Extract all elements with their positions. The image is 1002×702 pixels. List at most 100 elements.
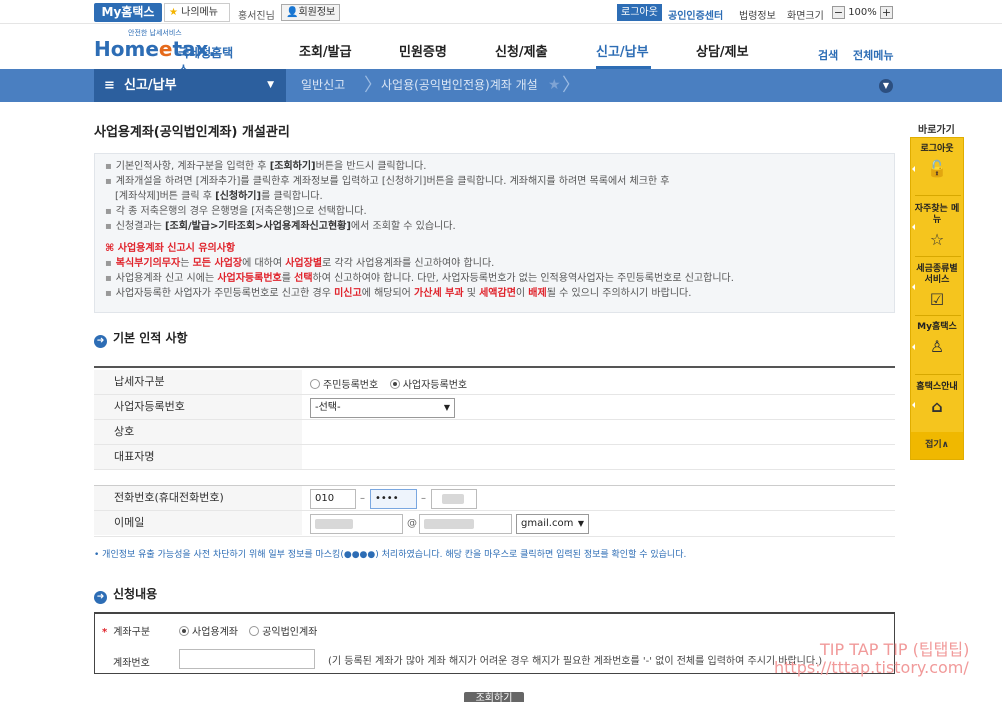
- account-number-field[interactable]: [179, 649, 315, 669]
- masked-value: [442, 494, 464, 504]
- favorite-star-icon[interactable]: ★: [548, 77, 561, 93]
- gnb-consult[interactable]: 상담/제보: [696, 41, 749, 60]
- watermark-title: TIP TAP TIP (팁탭팁): [820, 640, 970, 659]
- email-at-sign: @: [407, 518, 417, 529]
- info-line: ▪ 각 종 저축은행의 경우 은행명을 [저축은행]으로 선택합니다.: [105, 206, 367, 217]
- company-label: 상호: [94, 420, 302, 444]
- chevron-down-icon[interactable]: ▼: [879, 79, 893, 93]
- logout-button[interactable]: 로그아웃: [617, 4, 662, 21]
- warning-title: ⌘ 사업용계좌 신고시 유의사항: [105, 243, 236, 254]
- info-line: ▪ 기본인적사항, 계좌구분을 입력한 후 [조회하기]버튼을 반드시 클릭합니다…: [105, 161, 427, 172]
- email-label: 이메일: [94, 511, 302, 535]
- search-link[interactable]: 검색: [818, 47, 838, 63]
- warning-icon: ⌘: [105, 243, 118, 254]
- row-taxpayer-type: 납세자구분 주민등록번호 사업자등록번호: [94, 370, 895, 395]
- info-line: ▪ 계좌개설을 하려면 [계좌추가]를 클릭한후 계좌정보를 입력하고 [신청하기…: [105, 176, 670, 187]
- phone-dash: –: [421, 493, 426, 504]
- row-email: 이메일 @ gmail.com ▼: [94, 511, 895, 537]
- quick-frequent-menu[interactable]: 자주찾는 메뉴 ☆: [911, 204, 963, 250]
- my-menu-button[interactable]: ★ 나의메뉴: [164, 3, 230, 22]
- biz-number-select[interactable]: -선택- ▼: [310, 398, 455, 418]
- row-company: 상호: [94, 420, 895, 445]
- radio-public-account[interactable]: [249, 626, 260, 636]
- quick-tax-services[interactable]: 세금종류별 서비스 ☑: [911, 264, 963, 310]
- masked-value: [315, 519, 353, 529]
- gnb-report-payment[interactable]: 신고/납부: [596, 41, 649, 60]
- radio-resident-label: 주민등록번호: [323, 380, 379, 391]
- caret-down-icon: ▼: [577, 519, 584, 528]
- member-info-button[interactable]: 👤회원정보: [281, 4, 341, 21]
- basic-info-form: 납세자구분 주민등록번호 사업자등록번호 사업자등록번호 -선택- ▼ 상호 대표…: [94, 366, 895, 543]
- row-biz-number: 사업자등록번호 -선택- ▼: [94, 395, 895, 420]
- masked-value: [424, 519, 474, 529]
- arrow-right-icon: ➜: [94, 335, 107, 348]
- taxpayer-type-label: 납세자구분: [94, 370, 302, 394]
- quick-logout[interactable]: 로그아웃 🔓: [911, 144, 963, 179]
- radio-business-account[interactable]: [179, 626, 189, 636]
- zoom-out-button[interactable]: −: [832, 5, 845, 19]
- email-domain-field[interactable]: [419, 514, 512, 534]
- phone-dash: –: [360, 493, 365, 504]
- phone-label: 전화번호(휴대전화번호): [94, 486, 302, 510]
- account-type-options: 사업용계좌 공익법인계좌: [179, 623, 325, 638]
- account-type-label: * 계좌구분: [102, 627, 151, 638]
- user-name: 홍서진님: [238, 11, 275, 22]
- breadcrumb-business-account[interactable]: 사업용(공익법인전용)계좌 개설: [381, 69, 538, 102]
- zoom-in-button[interactable]: +: [879, 5, 893, 19]
- arrow-right-icon: ➜: [94, 591, 107, 604]
- gnb-inquiry[interactable]: 조회/발급: [299, 41, 352, 60]
- radio-business-account-label: 사업용계좌: [192, 627, 238, 638]
- member-info-label: 회원정보: [298, 7, 336, 18]
- lock-icon: 🔓: [927, 159, 947, 178]
- account-number-hint: (기 등록된 계좌가 많아 계좌 해지가 어려운 경우 해지가 필요한 계좌번호…: [328, 656, 823, 667]
- my-hometax-tab[interactable]: My홈택스: [94, 3, 162, 22]
- warning-line: ▪ 사업용계좌 신고 시에는 사업자등록번호를 선택하여 신고하여야 합니다. 다…: [105, 273, 734, 284]
- cert-center-link[interactable]: 공인인증센터: [668, 7, 723, 22]
- zoom-control: − 100% +: [832, 5, 893, 20]
- phone-field-3[interactable]: [431, 489, 477, 509]
- application-section-title: ➜ 신청내용: [94, 585, 157, 604]
- representative-label: 대표자명: [94, 445, 302, 469]
- radio-public-account-label: 공익법인계좌: [262, 627, 318, 638]
- quick-hometax-guide[interactable]: 홈택스안내 ⌂: [911, 382, 963, 417]
- star-icon: ☆: [929, 230, 945, 249]
- account-number-label: 계좌번호: [113, 658, 150, 669]
- all-menu-link[interactable]: 전체메뉴: [853, 47, 893, 63]
- breadcrumb-general-report[interactable]: 일반신고: [301, 69, 345, 102]
- phone-field-2[interactable]: ••••: [370, 489, 417, 509]
- row-representative: 대표자명: [94, 445, 895, 470]
- email-domain-select[interactable]: gmail.com ▼: [516, 514, 589, 534]
- person-icon: ♙: [929, 337, 945, 356]
- hometax-logo[interactable]: 안전한 납세서비스 Homeetax. 국세청홈택스: [94, 28, 244, 77]
- query-button[interactable]: 조회하기: [464, 692, 524, 702]
- location-main-dropdown[interactable]: ≡ 신고/납부 ▼: [94, 69, 286, 102]
- menu-icon: ≡: [104, 78, 115, 93]
- warning-line: ▪ 사업자등록한 사업자가 주민등록번호로 신고한 경우 미신고에 해당되어 가산…: [105, 288, 692, 299]
- info-line: ▪ 신청결과는 [조회/발급>기타조회>사업용계좌신고현황]에서 조회할 수 있습…: [105, 221, 456, 232]
- screen-size-label: 화면크기: [787, 11, 824, 22]
- masking-notice: • 개인정보 유출 가능성을 사전 차단하기 위해 일부 정보를 마스킹(●●●…: [94, 550, 687, 560]
- quick-my-hometax[interactable]: My홈택스 ♙: [911, 322, 963, 357]
- watermark-url: https://tttap.tistory.com/: [774, 658, 969, 677]
- quick-fold-button[interactable]: 접기∧: [911, 432, 963, 459]
- info-box: ▪ 기본인적사항, 계좌구분을 입력한 후 [조회하기]버튼을 반드시 클릭합니다…: [94, 153, 895, 313]
- law-info-link[interactable]: 법령정보: [739, 7, 776, 22]
- quick-links-panel: 로그아웃 🔓 자주찾는 메뉴 ☆ 세금종류별 서비스 ☑ My홈택스 ♙ 홈택스안내 ⌂ …: [910, 137, 964, 460]
- location-bar: ≡ 신고/납부 ▼ 일반신고 〉 사업용(공익법인전용)계좌 개설 ★ 〉 ▼: [0, 69, 1002, 102]
- page-title: 사업용계좌(공익법인계좌) 개설관리: [94, 125, 290, 140]
- breadcrumb-separator-icon: 〉: [562, 75, 580, 96]
- required-mark: *: [102, 627, 108, 638]
- utility-bar: My홈택스 ★ 나의메뉴 홍서진님 👤회원정보 로그아웃 공인인증센터 법령정보…: [0, 0, 1002, 24]
- phone-field-1[interactable]: 010: [310, 489, 356, 509]
- basic-info-section-title: ➜ 기본 인적 사항: [94, 329, 188, 348]
- email-id-field[interactable]: [310, 514, 403, 534]
- radio-business-number[interactable]: [389, 379, 400, 389]
- gnb-application[interactable]: 신청/제출: [495, 41, 548, 60]
- star-icon: ★: [169, 7, 178, 18]
- house-icon: ⌂: [931, 397, 943, 416]
- gnb-certificate[interactable]: 민원증명: [399, 41, 447, 60]
- header: 안전한 납세서비스 Homeetax. 국세청홈택스 조회/발급 민원증명 신청…: [0, 24, 1002, 77]
- radio-resident-number[interactable]: [310, 379, 320, 389]
- check-icon: ☑: [929, 290, 945, 309]
- caret-down-icon: ▼: [267, 80, 274, 90]
